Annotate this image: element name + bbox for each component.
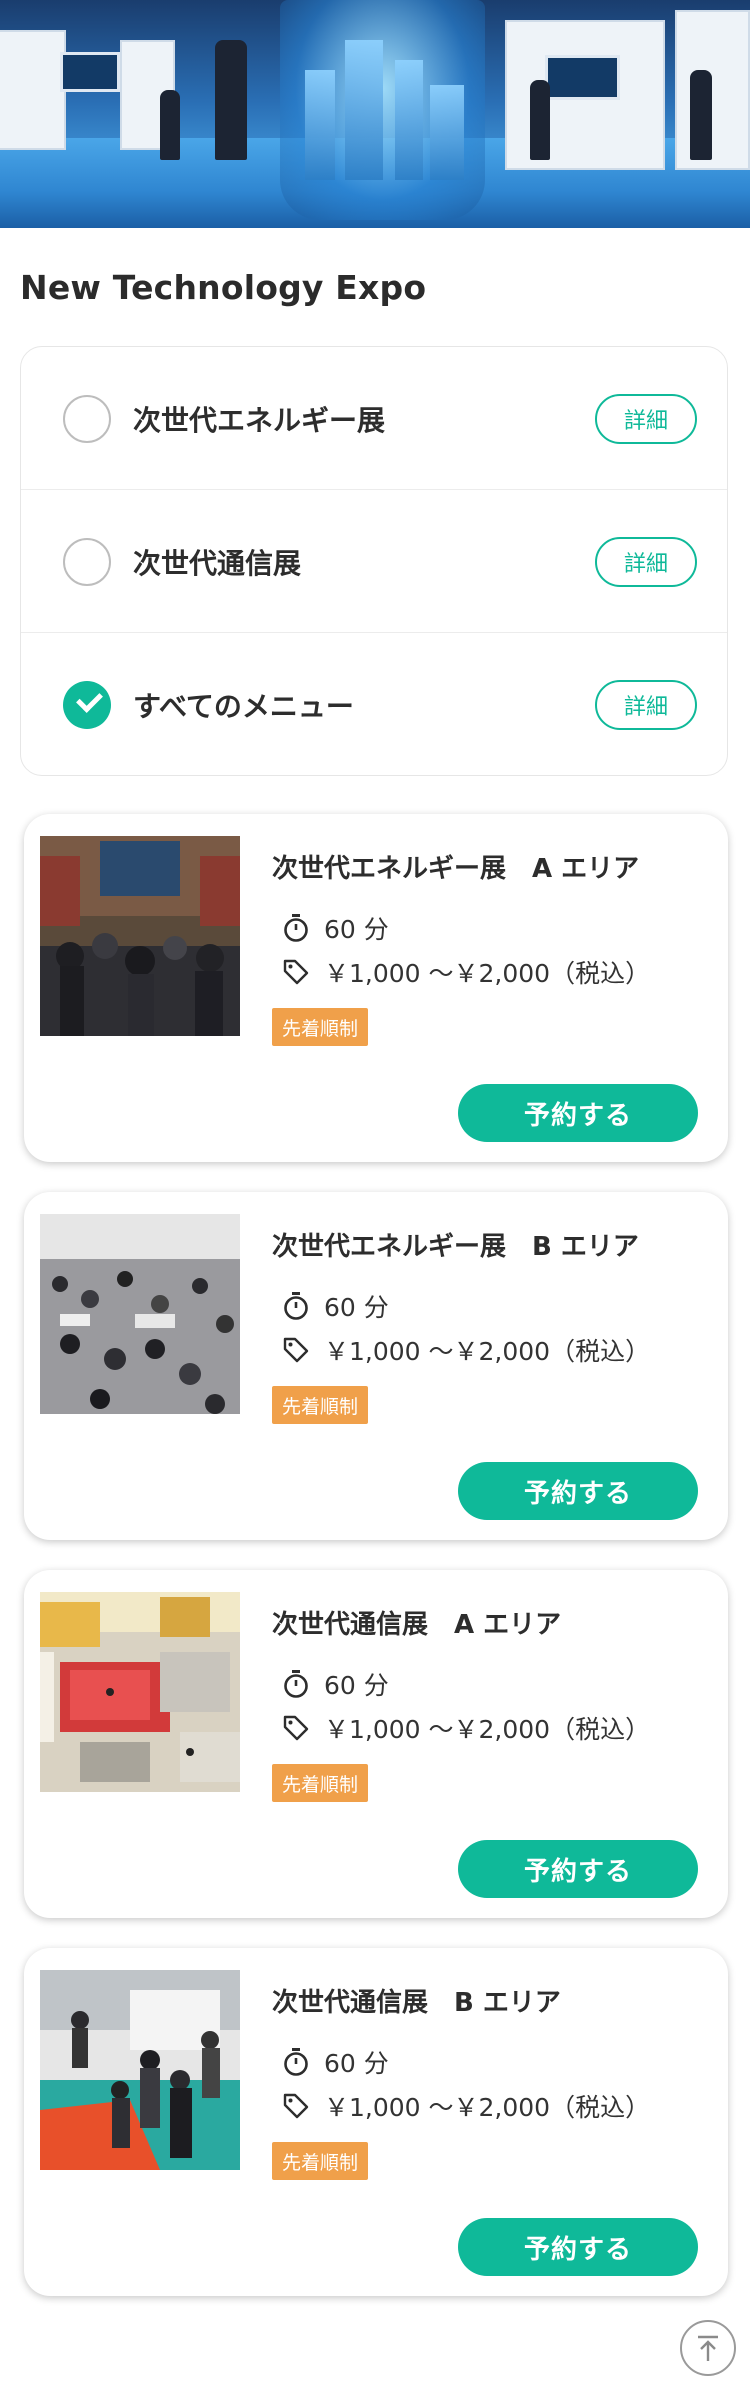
timer-icon [280, 1290, 312, 1322]
duration-row: 60 分 [280, 910, 389, 946]
tag-icon [280, 1334, 312, 1366]
tag-icon [280, 2090, 312, 2122]
reserve-button[interactable]: 予約する [458, 1840, 698, 1898]
hero-person [160, 90, 180, 160]
timer-icon [280, 1668, 312, 1700]
hero-screen [60, 52, 120, 92]
hero-booth-left [0, 30, 66, 150]
filter-row-all[interactable]: すべてのメニュー 詳細 [21, 633, 727, 776]
price-text: ￥1,000 〜￥2,000（税込） [324, 959, 651, 988]
timer-icon [280, 2046, 312, 2078]
arrow-up-icon [698, 2335, 718, 2361]
status-badge: 先着順制 [272, 1386, 369, 1424]
price-row: ￥1,000 〜￥2,000（税込） [280, 954, 650, 990]
hero-tower [395, 60, 423, 180]
radio-button[interactable] [63, 537, 111, 586]
price-row: ￥1,000 〜￥2,000（税込） [280, 1332, 650, 1368]
hero-person [215, 40, 247, 160]
tag-icon [280, 1712, 312, 1744]
tag-icon [280, 956, 312, 988]
reserve-button[interactable]: 予約する [458, 2218, 698, 2276]
reserve-button[interactable]: 予約する [458, 1084, 698, 1142]
reserve-button[interactable]: 予約する [458, 1462, 698, 1520]
filter-label: すべてのメニュー [133, 689, 354, 723]
event-thumbnail [40, 1592, 240, 1792]
duration-text: 60 分 [324, 1671, 389, 1700]
duration-row: 60 分 [280, 2044, 389, 2080]
duration-row: 60 分 [280, 1288, 389, 1324]
duration-row: 60 分 [280, 1666, 389, 1702]
event-thumbnail [40, 1214, 240, 1414]
event-card: 次世代通信展 A エリア 60 分 ￥1,000 〜￥2,000（税込） 先着順… [24, 1570, 728, 1918]
event-thumbnail [40, 836, 240, 1036]
event-thumbnail [40, 1970, 240, 2170]
detail-button[interactable]: 詳細 [595, 393, 697, 444]
price-text: ￥1,000 〜￥2,000（税込） [324, 1715, 651, 1744]
event-card: 次世代エネルギー展 A エリア 60 分 ￥1,000 〜￥2,000（税込） … [24, 814, 728, 1162]
timer-icon [280, 912, 312, 944]
status-badge: 先着順制 [272, 1764, 369, 1802]
detail-button[interactable]: 詳細 [595, 536, 697, 587]
hero-screen [545, 55, 620, 100]
hero-tower [305, 70, 335, 180]
page-title: New Technology Expo [20, 268, 427, 307]
price-row: ￥1,000 〜￥2,000（税込） [280, 1710, 650, 1746]
price-text: ￥1,000 〜￥2,000（税込） [324, 2093, 651, 2122]
event-card: 次世代エネルギー展 B エリア 60 分 ￥1,000 〜￥2,000（税込） … [24, 1192, 728, 1540]
hero-booth-right [675, 10, 750, 170]
price-text: ￥1,000 〜￥2,000（税込） [324, 1337, 651, 1366]
hero-tower [430, 85, 464, 180]
filter-card: 次世代エネルギー展 詳細 次世代通信展 詳細 すべてのメニュー 詳細 [20, 346, 728, 776]
duration-text: 60 分 [324, 2049, 389, 2078]
event-title: 次世代通信展 A エリア [272, 1610, 562, 1640]
filter-label: 次世代通信展 [133, 546, 302, 580]
event-card: 次世代通信展 B エリア 60 分 ￥1,000 〜￥2,000（税込） 先着順… [24, 1948, 728, 2296]
hero-person [690, 70, 712, 160]
hero-person [530, 80, 550, 160]
status-badge: 先着順制 [272, 2142, 369, 2180]
detail-button[interactable]: 詳細 [595, 679, 697, 730]
duration-text: 60 分 [324, 1293, 389, 1322]
event-title: 次世代エネルギー展 B エリア [272, 1232, 639, 1262]
filter-row-energy[interactable]: 次世代エネルギー展 詳細 [21, 347, 727, 490]
duration-text: 60 分 [324, 915, 389, 944]
price-row: ￥1,000 〜￥2,000（税込） [280, 2088, 650, 2124]
filter-row-communication[interactable]: 次世代通信展 詳細 [21, 490, 727, 633]
hero-image [0, 0, 750, 228]
radio-button-checked[interactable] [63, 680, 111, 729]
filter-label: 次世代エネルギー展 [133, 403, 386, 437]
status-badge: 先着順制 [272, 1008, 369, 1046]
hero-tower [345, 40, 383, 180]
radio-button[interactable] [63, 394, 111, 443]
event-title: 次世代通信展 B エリア [272, 1988, 561, 2018]
scroll-to-top-button[interactable] [680, 2320, 736, 2376]
event-title: 次世代エネルギー展 A エリア [272, 854, 640, 884]
